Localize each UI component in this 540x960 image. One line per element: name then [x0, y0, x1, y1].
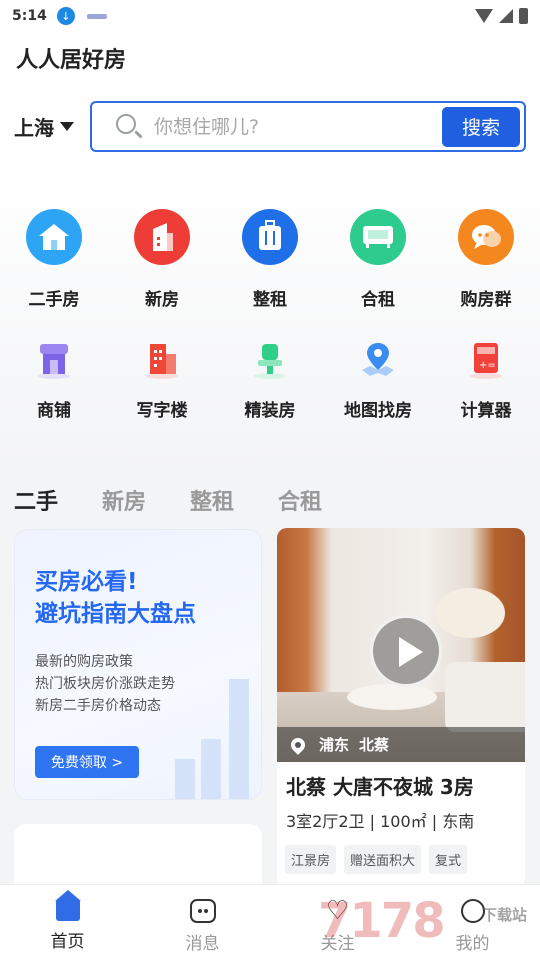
download-icon: ↓: [56, 7, 75, 25]
category-label: 合租: [361, 290, 395, 310]
category-label: 商铺: [37, 401, 71, 421]
house-icon: [26, 209, 82, 265]
category-label: 整租: [253, 290, 287, 310]
promo-line: 最新的购房政策: [35, 654, 133, 670]
chat-icon: [458, 209, 514, 265]
category-label: 写字楼: [136, 401, 188, 421]
listing-district: 浦东: [319, 736, 350, 754]
svg-text:+=: +=: [479, 360, 496, 371]
office-icon: [140, 338, 184, 382]
nav-label: 首页: [50, 932, 85, 952]
building-icon: [134, 209, 190, 265]
search-input[interactable]: [154, 115, 442, 138]
luggage-icon: [242, 209, 298, 265]
category-calculator[interactable]: += 计算器: [432, 338, 540, 421]
calculator-icon: +=: [464, 338, 508, 382]
decor-bar: [229, 679, 249, 799]
category-label: 购房群: [460, 290, 512, 310]
message-icon: [189, 899, 216, 923]
decor-bar: [175, 759, 195, 799]
map-pin-icon: [356, 338, 400, 382]
shop-icon: [32, 338, 76, 382]
promo-card[interactable]: 买房必看! 避坑指南大盘点 最新的购房政策 热门板块房价涨跌走势 新房二手房价格…: [14, 529, 262, 800]
location-bar: 浦东 北蔡: [277, 727, 525, 762]
bottom-nav: 首页 消息 ♡ 关注 我的: [0, 884, 540, 960]
category-label: 新房: [145, 290, 179, 310]
category-secondhand[interactable]: 二手房: [0, 209, 108, 310]
search-bar: 搜索: [90, 101, 526, 152]
listing-tags: 江景房 赠送面积大 复式: [285, 845, 468, 874]
free-claim-button[interactable]: 免费领取 >: [35, 746, 139, 778]
listing-spec: 3室2厅2卫 | 100㎡ | 东南: [286, 812, 475, 831]
paint-roller-icon: [248, 338, 292, 382]
category-label: 二手房: [28, 290, 80, 310]
promo-line: 新房二手房价格动态: [35, 698, 161, 714]
sofa-icon: [350, 209, 406, 265]
tab-new[interactable]: 新房: [102, 484, 146, 516]
app-title: 人人居好房: [16, 48, 127, 73]
category-whole-rent[interactable]: 整租: [216, 209, 324, 310]
tab-shared-rent[interactable]: 合租: [278, 484, 322, 516]
decor-bar: [201, 739, 221, 799]
category-new[interactable]: 新房: [108, 209, 216, 310]
home-icon: [54, 890, 81, 921]
category-office[interactable]: 写字楼: [108, 338, 216, 421]
watermark-logo: 7178: [318, 893, 446, 949]
listing-title: 北蔡 大唐不夜城 3房: [286, 775, 474, 799]
promo-line: 热门板块房价涨跌走势: [35, 676, 175, 692]
category-label: 精装房: [244, 401, 296, 421]
category-buyer-group[interactable]: 购房群: [432, 209, 540, 310]
signal-icon: [499, 9, 513, 23]
tab-secondhand[interactable]: 二手: [14, 484, 58, 516]
promo-subtitle: 避坑指南大盘点: [35, 601, 196, 627]
listing-area: 北蔡: [359, 736, 390, 754]
listing-tag: 复式: [429, 845, 468, 874]
nav-label: 消息: [185, 934, 220, 954]
category-decorated[interactable]: 精装房: [216, 338, 324, 421]
category-label: 地图找房: [344, 401, 412, 421]
watermark-label: 下载站: [482, 906, 528, 924]
tab-whole-rent[interactable]: 整租: [190, 484, 234, 516]
wifi-icon: [475, 9, 493, 23]
category-shared-rent[interactable]: 合租: [324, 209, 432, 310]
category-shop[interactable]: 商铺: [0, 338, 108, 421]
city-label: 上海: [14, 116, 54, 140]
category-label: 计算器: [460, 401, 512, 421]
status-bar: 5:14 ↓: [0, 0, 540, 32]
battery-icon: [519, 8, 528, 24]
promo-title: 买房必看!: [35, 569, 138, 595]
notification-icon: [86, 13, 107, 19]
search-icon: [112, 109, 148, 145]
listing-photo[interactable]: 浦东 北蔡: [277, 528, 525, 762]
status-time: 5:14: [12, 8, 47, 24]
nav-messages[interactable]: 消息: [135, 885, 270, 960]
listing-tabs: 二手 新房 整租 合租: [14, 484, 366, 516]
nav-home[interactable]: 首页: [0, 885, 135, 960]
search-button[interactable]: 搜索: [442, 106, 520, 147]
listing-tag: 江景房: [285, 845, 337, 874]
profile-icon: [460, 899, 485, 923]
city-selector[interactable]: 上海: [14, 112, 74, 141]
play-icon[interactable]: [370, 615, 442, 687]
category-map-search[interactable]: 地图找房: [324, 338, 432, 421]
caret-down-icon: [60, 122, 74, 131]
listing-tag: 赠送面积大: [344, 845, 422, 874]
nav-label: 我的: [455, 934, 490, 954]
listing-card[interactable]: 浦东 北蔡 北蔡 大唐不夜城 3房 3室2厅2卫 | 100㎡ | 东南 江景房…: [277, 528, 525, 888]
location-pin-icon: [288, 734, 308, 755]
